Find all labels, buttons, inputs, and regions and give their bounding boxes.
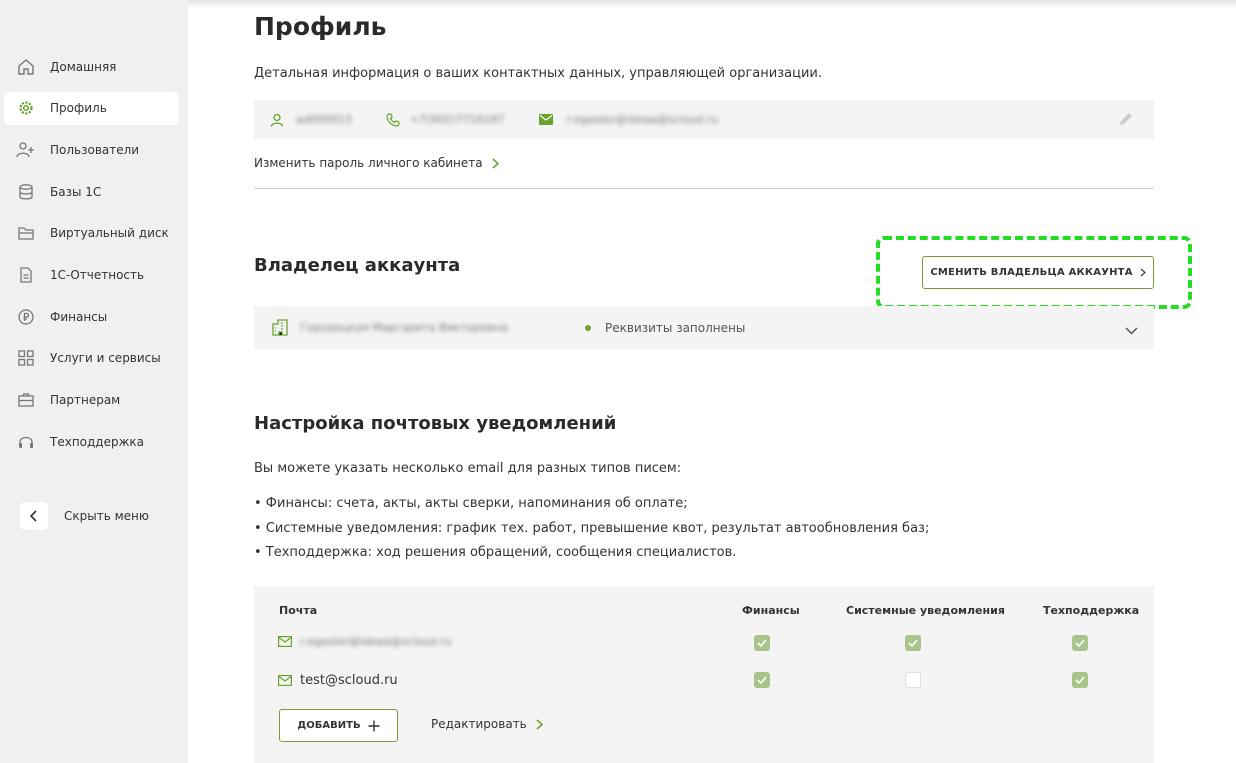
briefcase-icon <box>16 390 36 410</box>
phone-icon <box>386 112 400 127</box>
checkbox-finance-row2[interactable] <box>754 672 770 688</box>
sidebar-item-home[interactable]: Домашняя <box>4 50 179 83</box>
page-subtitle: Детальная информация о ваших контактных … <box>254 66 822 81</box>
divider <box>254 188 1154 189</box>
notifications-bullets: • Финансы: счета, акты, акты сверки, нап… <box>254 496 929 570</box>
bullet-item: • Финансы: счета, акты, акты сверки, нап… <box>254 496 688 511</box>
sidebar-item-label: Профиль <box>50 101 107 116</box>
edit-link-label: Редактировать <box>431 717 527 731</box>
database-icon <box>16 182 36 202</box>
building-icon <box>272 319 288 336</box>
sidebar-item-services[interactable]: Услуги и сервисы <box>4 342 179 375</box>
sidebar-item-profile[interactable]: Профиль <box>4 91 179 125</box>
login-value: ad000013 <box>296 113 352 126</box>
owner-section-title: Владелец аккаунта <box>254 255 461 276</box>
owner-name: Городецкая Маргарита Викторовна <box>300 321 508 334</box>
sidebar-item-label: Виртуальный диск <box>50 226 169 241</box>
column-header-system: Системные уведомления <box>846 604 1005 617</box>
checkbox-finance-row1[interactable] <box>754 635 770 651</box>
email-value: r.egaster@ideaa@scloud.ru <box>566 113 719 126</box>
edit-emails-link[interactable]: Редактировать <box>431 717 543 731</box>
chevron-down-icon[interactable] <box>1125 320 1138 339</box>
bullet-item: • Системные уведомления: график тех. раб… <box>254 520 930 536</box>
sidebar-item-label: Техподдержка <box>50 434 145 449</box>
plus-icon <box>368 720 380 732</box>
sidebar-item-reporting[interactable]: 1С-Отчетность <box>4 258 179 291</box>
email-contact-field: r.egaster@ideaa@scloud.ru <box>538 113 719 126</box>
change-password-label: Изменить пароль личного кабинета <box>254 156 483 170</box>
chevron-left-icon <box>20 502 48 530</box>
owner-status-label: Реквизиты заполнены <box>605 320 746 335</box>
column-header-finance: Финансы <box>742 604 800 617</box>
sidebar-item-label: Партнерам <box>50 393 121 407</box>
column-header-support: Техподдержка <box>1043 604 1140 617</box>
gear-icon <box>16 98 36 118</box>
login-field: ad000013 <box>270 113 352 127</box>
table-row: test@scloud.ru <box>278 673 398 688</box>
chevron-right-icon <box>1140 268 1146 277</box>
sidebar-item-finance[interactable]: Финансы <box>4 300 179 333</box>
checkbox-support-row2[interactable] <box>1072 672 1088 688</box>
pencil-icon[interactable] <box>1118 111 1134 131</box>
sidebar-item-label: Домашняя <box>50 59 117 74</box>
chevron-right-icon <box>536 718 543 730</box>
document-icon <box>16 265 36 285</box>
sidebar-item-label: Пользователи <box>50 142 140 157</box>
contact-bar: ad000013 +7(902)7716187 r.egaster@ideaa@… <box>254 100 1154 139</box>
row-email: r.egaster@ideaa@scloud.ru <box>300 635 452 648</box>
checkbox-support-row1[interactable] <box>1072 635 1088 651</box>
mail-icon <box>278 675 292 686</box>
phone-field: +7(902)7716187 <box>386 112 505 127</box>
notification-table: Почта Финансы Системные уведомления Техп… <box>254 586 1154 763</box>
checkbox-system-row2[interactable] <box>905 672 921 688</box>
hide-menu-label: Скрыть меню <box>64 509 149 523</box>
status-dot <box>585 324 591 331</box>
mail-icon <box>538 114 553 125</box>
sidebar-item-databases[interactable]: Базы 1С <box>4 175 179 208</box>
page-title: Профиль <box>254 12 387 41</box>
add-email-label: ДОБАВИТЬ <box>297 720 361 731</box>
grid-icon <box>16 348 36 368</box>
user-icon <box>270 113 284 127</box>
sidebar-item-label: Финансы <box>50 309 108 324</box>
sidebar-item-users[interactable]: Пользователи <box>4 133 179 166</box>
hide-menu-button[interactable]: Скрыть меню <box>20 502 149 530</box>
checkbox-system-row1[interactable] <box>905 635 921 651</box>
home-icon <box>16 57 36 77</box>
bullet-item: • Техподдержка: ход решения обращений, с… <box>254 545 737 560</box>
change-owner-button[interactable]: СМЕНИТЬ ВЛАДЕЛЬЦА АККАУНТА <box>922 256 1154 289</box>
table-row: r.egaster@ideaa@scloud.ru <box>278 635 452 648</box>
phone-value: +7(902)7716187 <box>409 113 505 126</box>
sidebar-item-partners[interactable]: Партнерам <box>4 384 179 417</box>
sidebar-item-support[interactable]: Техподдержка <box>4 425 179 458</box>
headset-icon <box>16 432 36 452</box>
ruble-icon <box>16 307 36 327</box>
row-email: test@scloud.ru <box>300 673 398 688</box>
sidebar-item-label: 1С-Отчетность <box>50 267 145 282</box>
owner-status: Реквизиты заполнены <box>585 321 745 335</box>
sidebar-item-label: Базы 1С <box>50 184 102 199</box>
mail-icon <box>278 636 292 647</box>
owner-row[interactable]: Городецкая Маргарита Викторовна Реквизит… <box>254 306 1154 349</box>
column-header-email: Почта <box>279 604 318 617</box>
change-owner-label: СМЕНИТЬ ВЛАДЕЛЬЦА АККАУНТА <box>930 267 1133 278</box>
notifications-title: Настройка почтовых уведомлений <box>254 413 617 434</box>
add-email-button[interactable]: ДОБАВИТЬ <box>279 709 398 742</box>
add-user-icon <box>16 140 36 160</box>
sidebar-item-virtual-disk[interactable]: Виртуальный диск <box>4 217 179 250</box>
change-password-link[interactable]: Изменить пароль личного кабинета <box>254 156 499 170</box>
chevron-right-icon <box>492 157 499 169</box>
sidebar-item-label: Услуги и сервисы <box>50 351 161 366</box>
sidebar: Домашняя Профиль Пользователи Базы 1С Ви… <box>0 0 188 763</box>
sidebar-nav: Домашняя Профиль Пользователи Базы 1С Ви… <box>4 50 179 467</box>
notifications-description: Вы можете указать несколько email для ра… <box>254 461 682 476</box>
folder-icon <box>16 223 36 243</box>
